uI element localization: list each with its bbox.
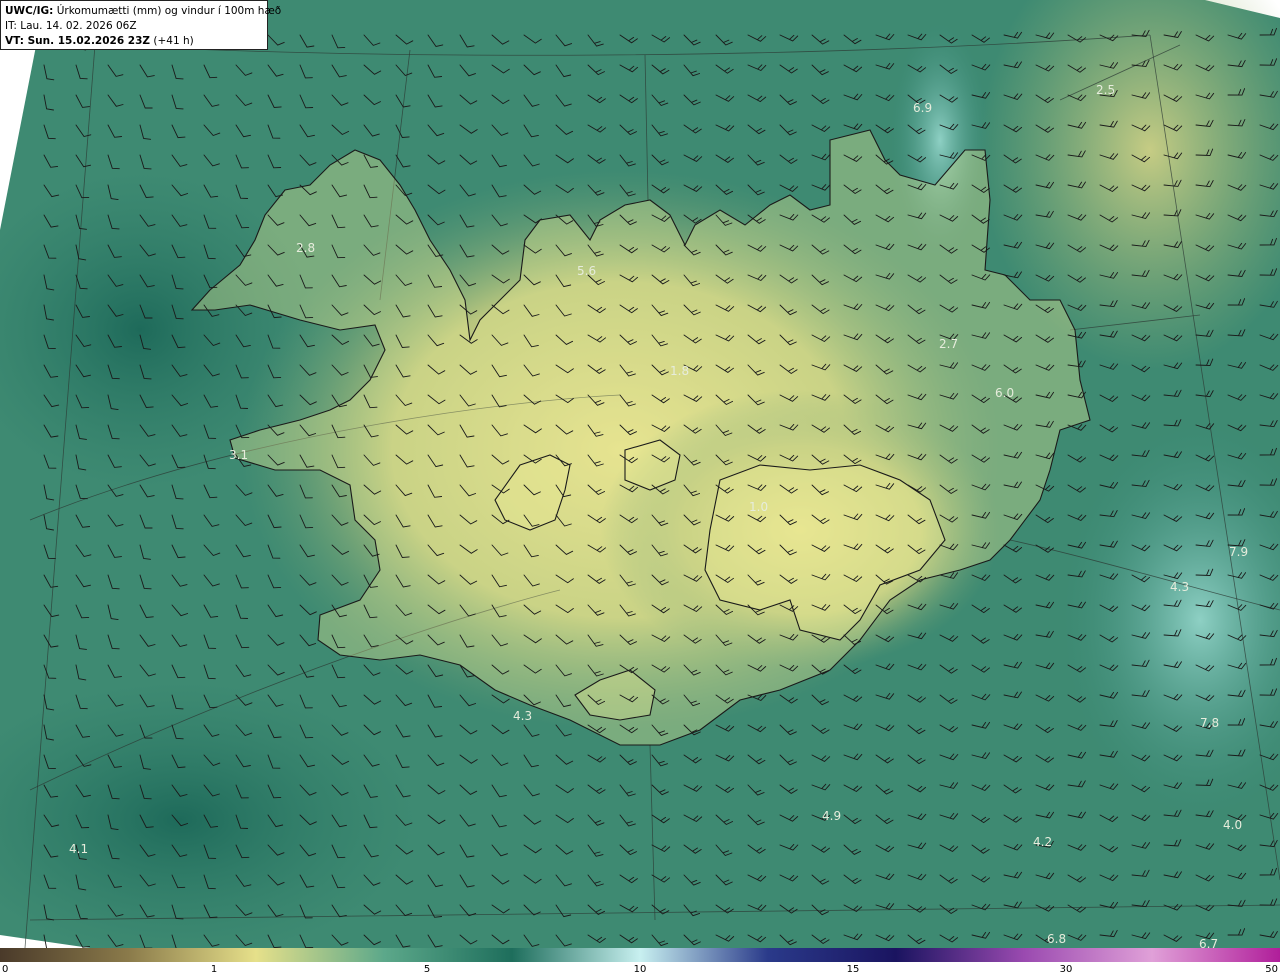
product-line: UWC/IG: Úrkomumætti (mm) og vindur í 100…	[5, 4, 281, 19]
scale-tick: 50	[1265, 964, 1278, 975]
color-scale-ticks: 0 1 5 10 15 30 50	[0, 962, 1280, 978]
forecast-hour: (+41 h)	[153, 35, 194, 47]
value-label: 4.3	[513, 709, 532, 723]
value-label: 4.9	[822, 809, 841, 823]
value-label: 1.8	[670, 364, 689, 378]
valid-time-line: VT: Sun. 15.02.2026 23Z (+41 h)	[5, 34, 263, 49]
valid-time: VT: Sun. 15.02.2026 23Z	[5, 35, 151, 47]
value-label: 4.2	[1033, 835, 1052, 849]
scale-tick: 5	[423, 964, 431, 975]
precipitation-wind-map: 6.9 2.5 2.8 5.6 2.7 1.8 6.0 3.1 1.0 7.9 …	[0, 0, 1280, 948]
value-label: 6.8	[1047, 932, 1066, 946]
value-label: 4.1	[69, 842, 88, 856]
value-label: 7.9	[1229, 545, 1248, 559]
value-label: 2.8	[296, 241, 315, 255]
value-label: 6.0	[995, 386, 1014, 400]
value-label: 5.6	[577, 264, 596, 278]
value-label: 1.0	[749, 500, 768, 514]
init-time: IT: Lau. 14. 02. 2026 06Z	[5, 20, 137, 32]
value-label: 6.9	[913, 101, 932, 115]
scale-tick: 15	[846, 964, 860, 975]
value-label: 4.3	[1170, 580, 1189, 594]
scale-tick: 0	[2, 964, 9, 975]
scale-tick: 10	[633, 964, 647, 975]
value-label: 4.0	[1223, 818, 1242, 832]
product-code: UWC/IG:	[5, 5, 54, 17]
map-info-box: UWC/IG: Úrkomumætti (mm) og vindur í 100…	[0, 0, 281, 50]
color-scale-bar	[0, 948, 1280, 962]
scale-tick: 30	[1059, 964, 1073, 975]
value-label: 7.8	[1200, 716, 1219, 730]
scale-tick: 1	[210, 964, 218, 975]
value-label: 3.1	[229, 448, 248, 462]
value-label: 6.7	[1199, 937, 1218, 948]
value-label: 2.7	[939, 337, 958, 351]
product-description: Úrkomumætti (mm) og vindur í 100m hæð	[56, 5, 282, 17]
value-label: 2.5	[1096, 83, 1115, 97]
